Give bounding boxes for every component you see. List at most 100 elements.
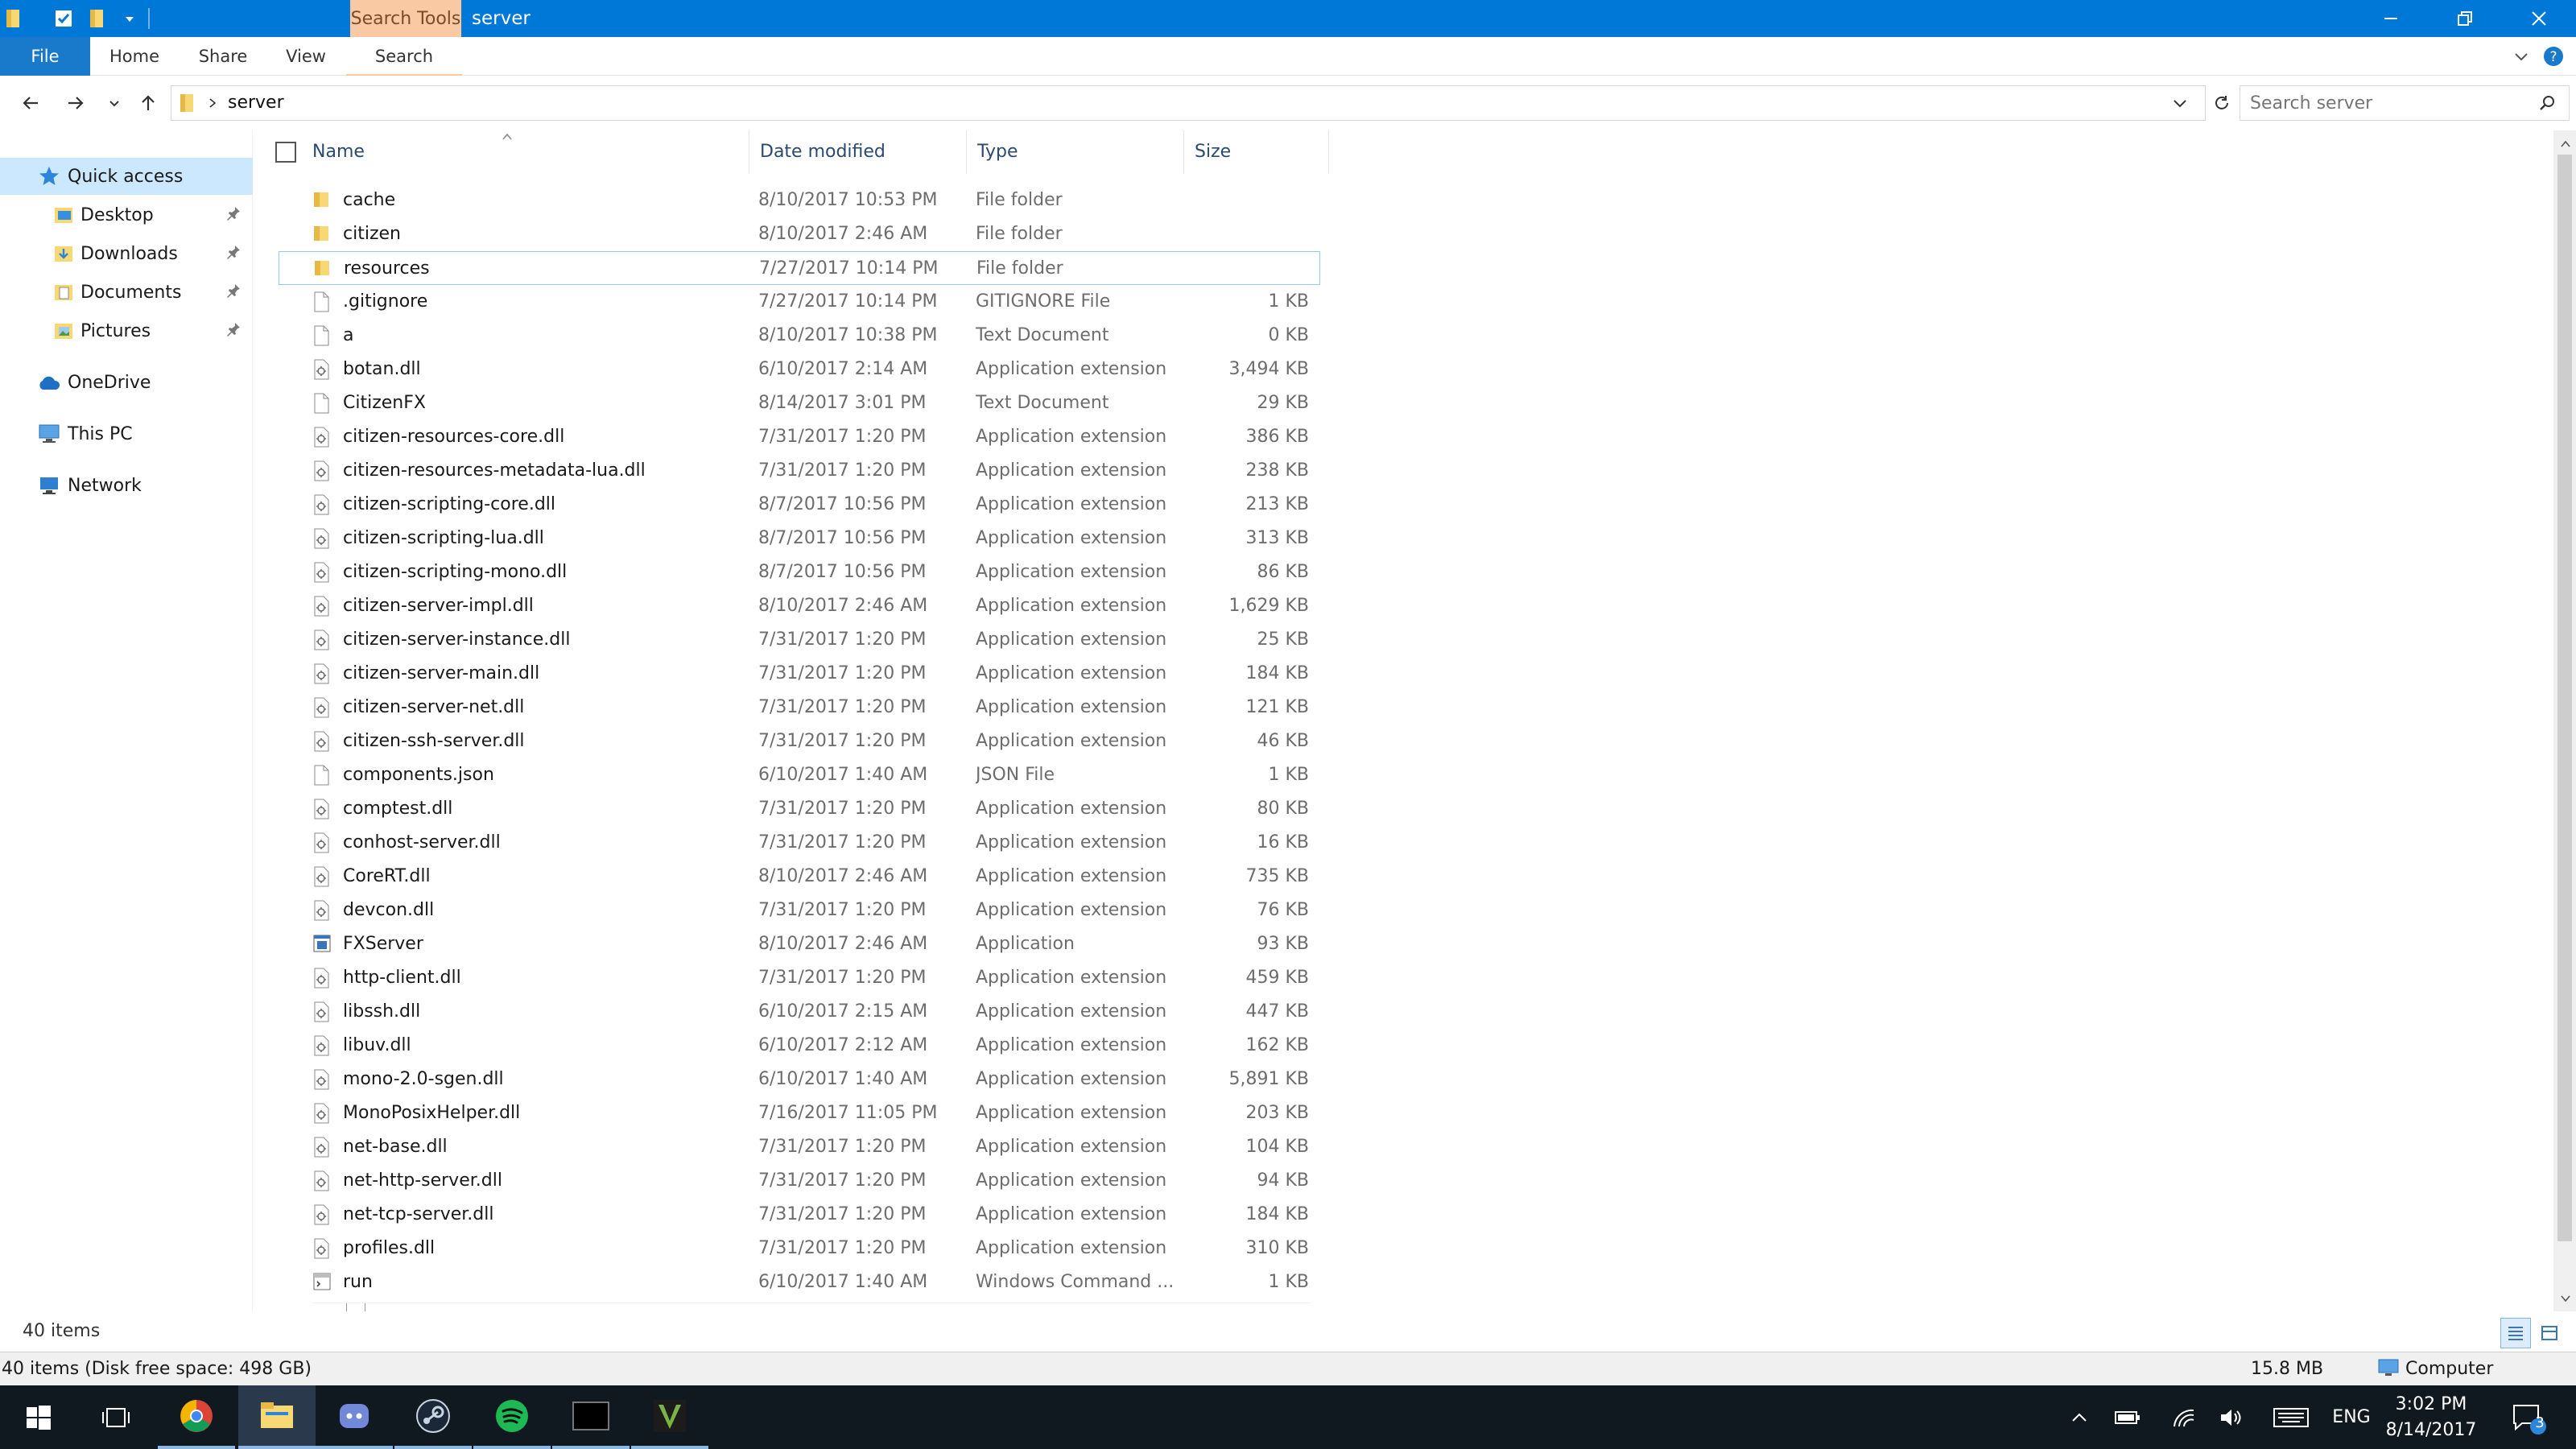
select-all-checkbox[interactable]: [275, 142, 296, 163]
column-header-size[interactable]: Size: [1195, 130, 1231, 174]
clock[interactable]: 3:02 PM 8/14/2017: [2375, 1392, 2487, 1443]
file-date: 7/27/2017 10:14 PM: [758, 291, 938, 312]
forward-button[interactable]: [58, 85, 93, 121]
file-row[interactable]: citizen-ssh-server.dll 7/31/2017 1:20 PM A…: [279, 724, 1320, 758]
spotify-icon[interactable]: [473, 1385, 551, 1449]
file-row[interactable]: CoreRT.dll 8/10/2017 2:46 AM Application e…: [279, 860, 1320, 894]
wifi-icon[interactable]: [2164, 1385, 2204, 1449]
show-hidden-icons-chevron-icon[interactable]: [2059, 1385, 2099, 1449]
scroll-down-arrow-icon[interactable]: [2560, 1291, 2571, 1307]
file-row[interactable]: mono-2.0-sgen.dll 6/10/2017 1:40 AM Applic…: [279, 1063, 1320, 1096]
help-icon[interactable]: ?: [2542, 45, 2565, 68]
task-view-icon[interactable]: [77, 1385, 155, 1449]
pin-icon[interactable]: [225, 244, 245, 263]
nav-this-pc[interactable]: This PC: [0, 415, 253, 452]
recent-locations-chevron-icon[interactable]: [98, 85, 130, 121]
tab-search[interactable]: Search: [345, 37, 464, 76]
column-header-name[interactable]: Name: [312, 130, 365, 174]
file-row[interactable]: citizen-resources-core.dll 7/31/2017 1:20…: [279, 420, 1320, 454]
expand-ribbon-icon[interactable]: [2510, 45, 2533, 68]
volume-icon[interactable]: [2211, 1385, 2251, 1449]
properties-icon[interactable]: [50, 5, 77, 32]
column-header-type[interactable]: Type: [977, 130, 1018, 174]
file-row[interactable]: citizen-scripting-mono.dll 8/7/2017 10:56…: [279, 555, 1320, 589]
vertical-scrollbar[interactable]: [2553, 130, 2576, 1311]
file-row[interactable]: cache 8/10/2017 10:53 PM File folder: [279, 184, 1320, 217]
file-row[interactable]: citizen-server-net.dll 7/31/2017 1:20 PM A…: [279, 691, 1320, 724]
pin-icon[interactable]: [225, 283, 245, 302]
nav-quick-access[interactable]: Quick access: [0, 158, 253, 195]
back-button[interactable]: [13, 85, 48, 121]
scroll-up-arrow-icon[interactable]: [2560, 137, 2571, 152]
file-type: File folder: [976, 224, 1063, 244]
file-row[interactable]: .gitignore 7/27/2017 10:14 PM GITIGNORE Fi…: [279, 285, 1320, 319]
pin-icon[interactable]: [225, 321, 245, 341]
tab-view[interactable]: View: [267, 37, 345, 76]
file-row[interactable]: citizen-server-instance.dll 7/31/2017 1:2…: [279, 623, 1320, 657]
address-bar[interactable]: server: [171, 85, 2206, 121]
tab-home[interactable]: Home: [90, 37, 179, 76]
file-row[interactable]: run 6/10/2017 1:40 AM Windows Command ... 1…: [279, 1265, 1320, 1299]
nav-pinned-pictures[interactable]: Pictures: [0, 312, 253, 349]
action-center-icon[interactable]: 3: [2496, 1385, 2560, 1449]
terminal-icon[interactable]: [552, 1385, 630, 1449]
file-row[interactable]: resources 7/27/2017 10:14 PM File folder: [279, 251, 1320, 285]
restore-button[interactable]: [2428, 0, 2502, 37]
nav-pinned-desktop[interactable]: Desktop: [0, 196, 253, 233]
search-input[interactable]: [2250, 86, 2524, 120]
file-row[interactable]: citizen-scripting-core.dll 8/7/2017 10:56…: [279, 488, 1320, 522]
column-header-date[interactable]: Date modified: [760, 130, 886, 174]
file-row[interactable]: comptest.dll 7/31/2017 1:20 PM Application…: [279, 792, 1320, 826]
customize-qat-icon[interactable]: [116, 5, 143, 32]
close-button[interactable]: [2502, 0, 2576, 37]
language-indicator[interactable]: ENG: [2323, 1385, 2380, 1449]
file-row[interactable]: libuv.dll 6/10/2017 2:12 AM Application ex…: [279, 1029, 1320, 1063]
file-row[interactable]: citizen 8/10/2017 2:46 AM File folder: [279, 217, 1320, 251]
large-icons-view-icon[interactable]: [2534, 1318, 2565, 1348]
discord-icon[interactable]: [316, 1385, 393, 1449]
file-row[interactable]: net-base.dll 7/31/2017 1:20 PM Application…: [279, 1130, 1320, 1164]
file-row[interactable]: http-client.dll 7/31/2017 1:20 PM Applicat…: [279, 961, 1320, 995]
search-icon[interactable]: [2538, 94, 2556, 115]
file-row[interactable]: profiles.dll 7/31/2017 1:20 PM Application…: [279, 1232, 1320, 1265]
nav-onedrive[interactable]: OneDrive: [0, 364, 253, 401]
file-row[interactable]: libssh.dll 6/10/2017 2:15 AM Application e…: [279, 995, 1320, 1029]
file-row[interactable]: FXServer 8/10/2017 2:46 AM Application 93 K…: [279, 927, 1320, 961]
file-row[interactable]: devcon.dll 7/31/2017 1:20 PM Application e…: [279, 894, 1320, 927]
file-row[interactable]: botan.dll 6/10/2017 2:14 AM Application ex…: [279, 353, 1320, 386]
file-row[interactable]: citizen-scripting-lua.dll 8/7/2017 10:56 …: [279, 522, 1320, 555]
nav-network[interactable]: Network: [0, 467, 253, 504]
file-row[interactable]: MonoPosixHelper.dll 7/16/2017 11:05 PM App…: [279, 1096, 1320, 1130]
file-row[interactable]: citizen-server-main.dll 7/31/2017 1:20 PM…: [279, 657, 1320, 691]
search-box[interactable]: [2240, 85, 2570, 121]
file-row[interactable]: net-http-server.dll 7/31/2017 1:20 PM Appl…: [279, 1164, 1320, 1198]
file-date: 8/10/2017 2:46 AM: [758, 934, 928, 954]
file-row[interactable]: citizen-resources-metadata-lua.dll 7/31/2…: [279, 454, 1320, 488]
start-icon[interactable]: [0, 1385, 77, 1449]
battery-icon[interactable]: [2107, 1385, 2148, 1449]
new-folder-icon[interactable]: [84, 5, 111, 32]
file-row[interactable]: components.json 6/10/2017 1:40 AM JSON Fil…: [279, 758, 1320, 792]
minimize-button[interactable]: [2354, 0, 2428, 37]
up-button[interactable]: [130, 85, 166, 121]
file-row[interactable]: a 8/10/2017 10:38 PM Text Document 0 KB: [279, 319, 1320, 353]
nav-pinned-documents[interactable]: Documents: [0, 274, 253, 311]
file-explorer-icon[interactable]: [238, 1385, 316, 1449]
file-row[interactable]: conhost-server.dll 7/31/2017 1:20 PM Appli…: [279, 826, 1320, 860]
details-view-icon[interactable]: [2500, 1318, 2531, 1348]
tab-file[interactable]: File: [0, 37, 90, 76]
tab-share[interactable]: Share: [179, 37, 267, 76]
steam-icon[interactable]: [394, 1385, 472, 1449]
chrome-icon[interactable]: [158, 1385, 235, 1449]
refresh-icon[interactable]: [2204, 85, 2240, 121]
gta-v-icon[interactable]: [631, 1385, 708, 1449]
file-row[interactable]: net-tcp-server.dll 7/31/2017 1:20 PM Appli…: [279, 1198, 1320, 1232]
nav-pinned-downloads[interactable]: Downloads: [0, 235, 253, 272]
scrollbar-thumb[interactable]: [2557, 155, 2572, 1241]
address-dropdown-chevron-icon[interactable]: [2171, 94, 2189, 115]
breadcrumb-server[interactable]: server: [228, 86, 284, 120]
file-row[interactable]: citizen-server-impl.dll 8/10/2017 2:46 AM…: [279, 589, 1320, 623]
keyboard-icon[interactable]: [2267, 1385, 2315, 1449]
pin-icon[interactable]: [225, 205, 245, 225]
file-row[interactable]: CitizenFX 8/14/2017 3:01 PM Text Document 2…: [279, 386, 1320, 420]
